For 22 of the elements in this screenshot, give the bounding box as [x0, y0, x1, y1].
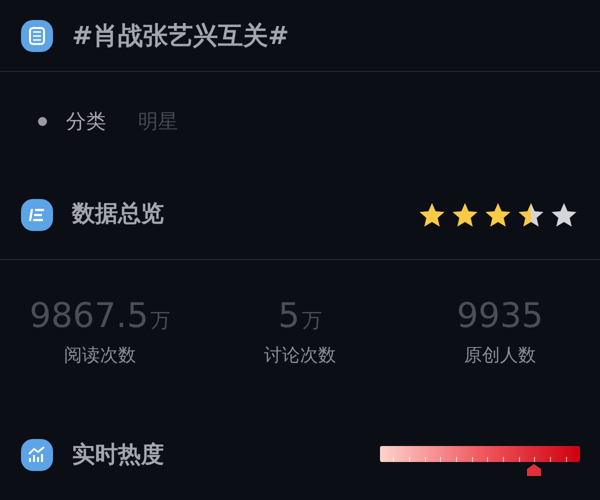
- stat-label: 讨论次数: [264, 344, 336, 368]
- stat-unit: 万: [150, 307, 170, 334]
- star-icon: [550, 202, 578, 228]
- star-icon: [451, 202, 479, 228]
- chart-icon: [20, 438, 54, 472]
- stat-label: 阅读次数: [64, 344, 136, 368]
- section-title: 数据总览: [72, 200, 164, 230]
- star-icon: [484, 202, 512, 228]
- list-icon: [20, 18, 54, 52]
- star-icon: [418, 202, 446, 228]
- stat-number: 9867.5: [30, 296, 148, 336]
- list-icon: [20, 198, 54, 232]
- category-label: 分类: [66, 108, 106, 135]
- stat-number: 9935: [456, 296, 544, 336]
- category-value: 明星: [138, 108, 178, 135]
- stat-label: 原创人数: [464, 344, 536, 368]
- star-icon: [517, 202, 545, 228]
- bullet-icon: [38, 116, 47, 126]
- stat-number: 5: [278, 296, 300, 336]
- topic-title: #肖战张艺兴互关#: [72, 20, 289, 52]
- stat-unit: 万: [302, 307, 322, 334]
- section-title: 实时热度: [72, 440, 164, 470]
